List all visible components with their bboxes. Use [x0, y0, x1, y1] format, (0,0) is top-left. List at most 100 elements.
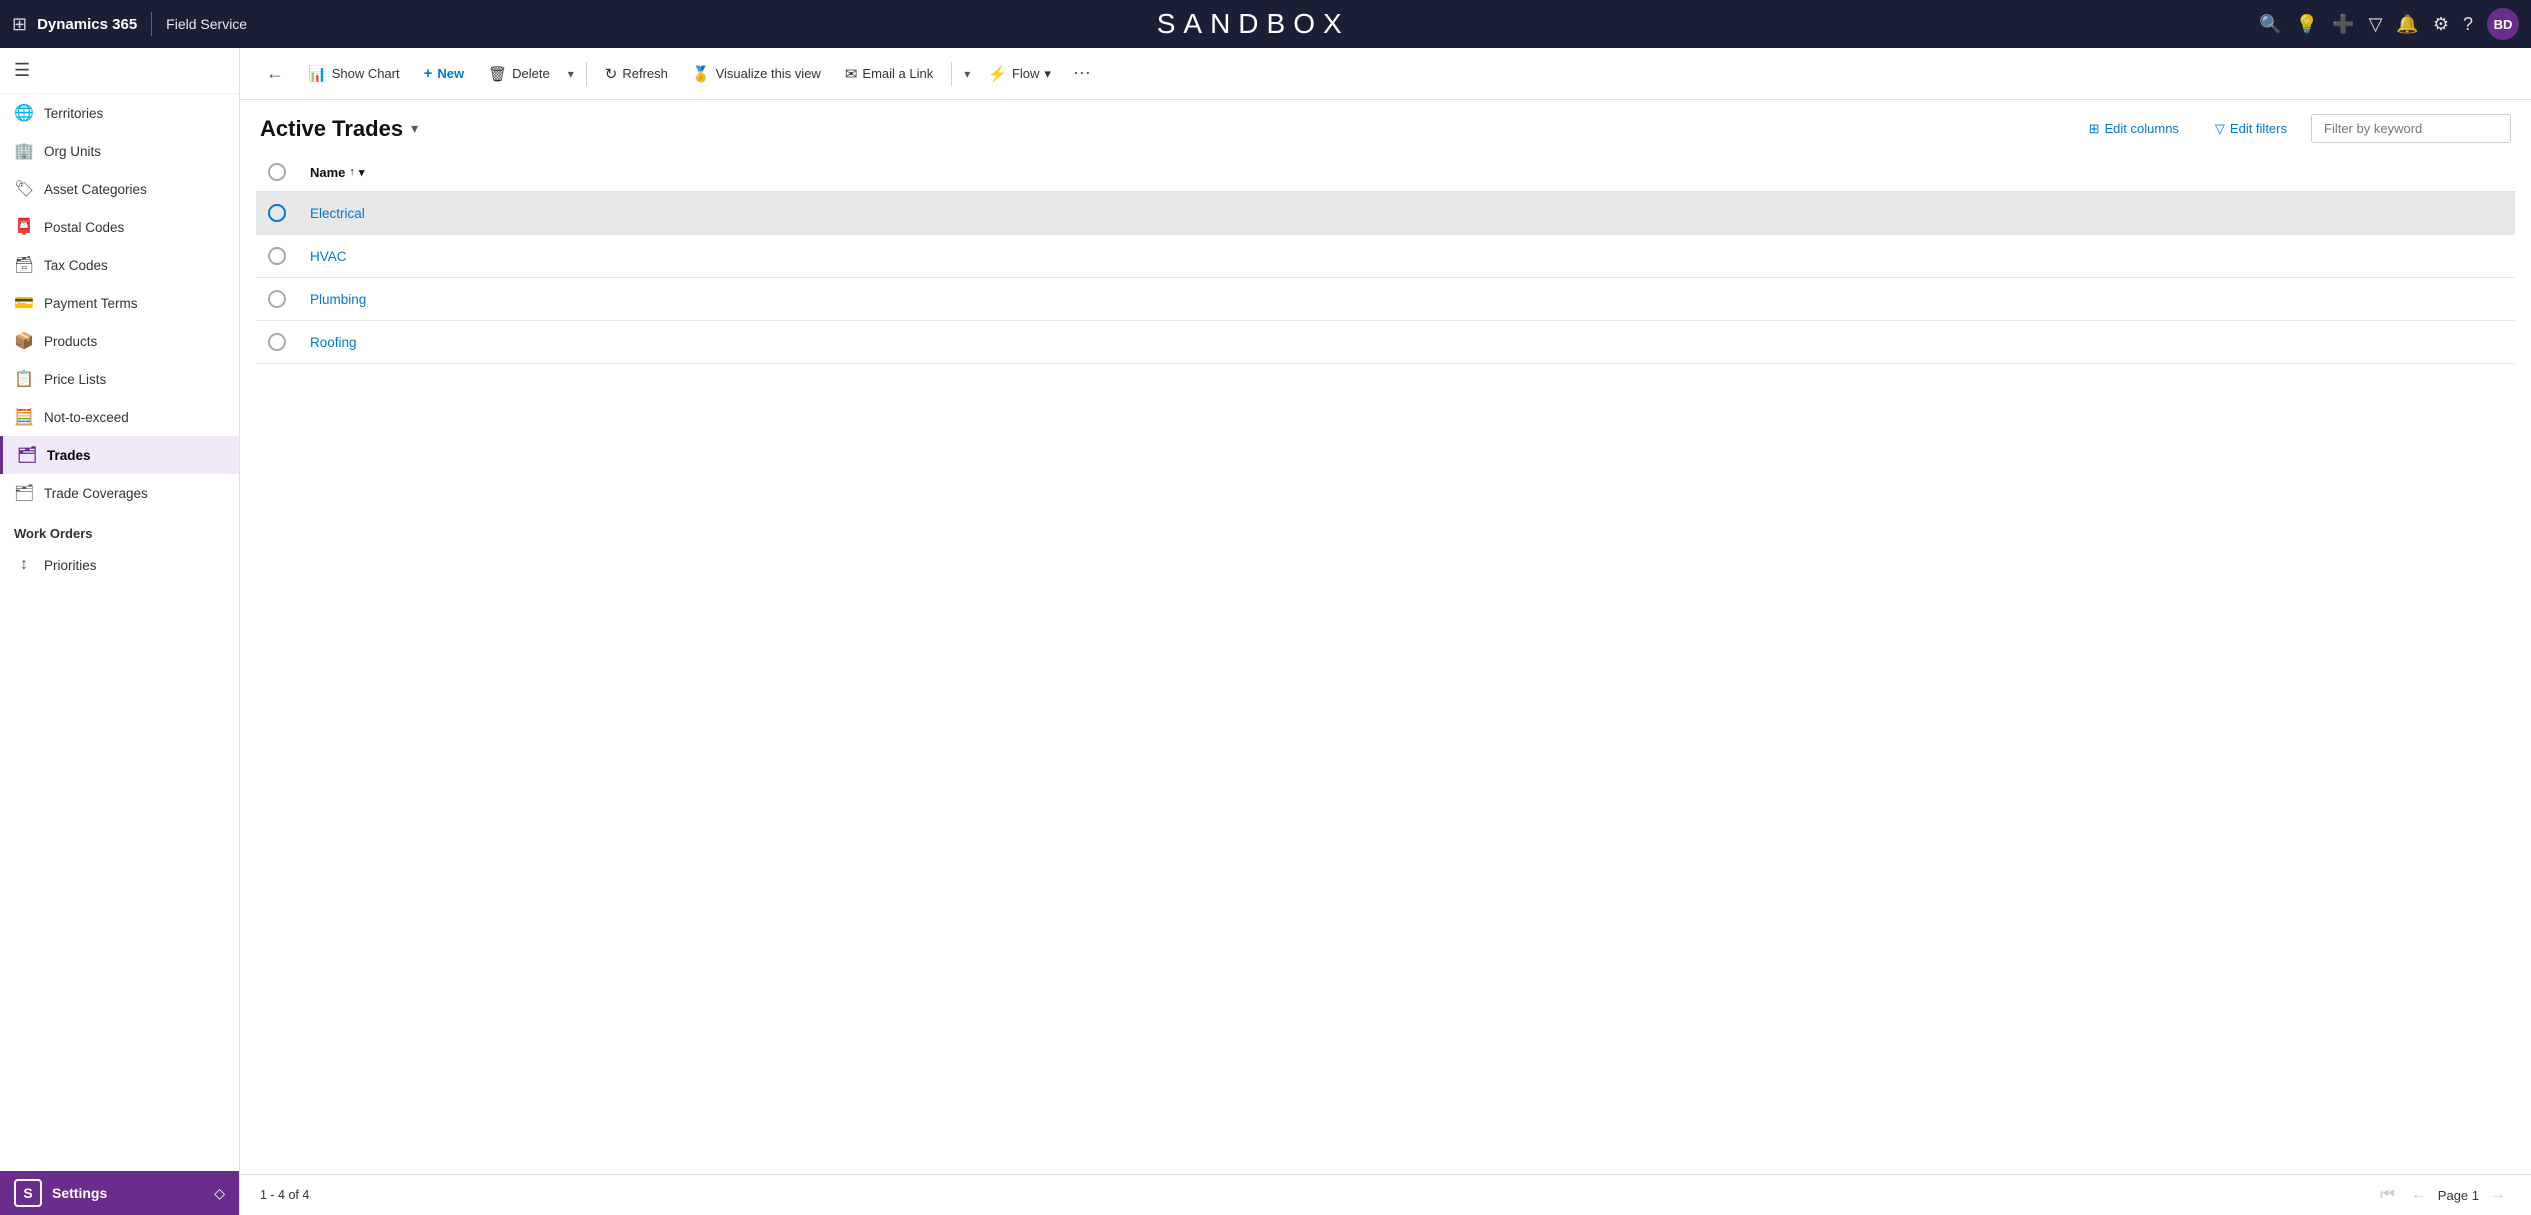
edit-filters-button[interactable]: ▽ Edit filters: [2203, 115, 2299, 143]
payment-terms-icon: 💳: [14, 293, 34, 313]
email-link-label: Email a Link: [862, 66, 933, 81]
row-radio[interactable]: [268, 247, 286, 265]
back-button[interactable]: ←: [256, 57, 294, 90]
edit-filters-label: Edit filters: [2230, 121, 2287, 136]
title-dropdown-icon[interactable]: ▾: [411, 120, 418, 137]
sidebar-item-products[interactable]: 📦Products: [0, 322, 239, 360]
priorities-icon: ↕: [14, 556, 34, 574]
trade-coverages-icon: 🗂: [14, 483, 34, 503]
chart-icon: 📊: [308, 65, 327, 83]
grid-icon[interactable]: ⊞: [12, 14, 27, 35]
hamburger-icon[interactable]: ☰: [14, 60, 30, 81]
edit-columns-label: Edit columns: [2105, 121, 2179, 136]
lightbulb-icon[interactable]: 💡: [2296, 14, 2318, 35]
flow-chevron-icon: ▾: [1044, 66, 1051, 82]
delete-label: Delete: [512, 66, 550, 81]
show-chart-button[interactable]: 📊 Show Chart: [298, 59, 410, 89]
user-avatar[interactable]: BD: [2487, 8, 2519, 40]
sidebar-item-trade-coverages[interactable]: 🗂Trade Coverages: [0, 474, 239, 512]
help-icon[interactable]: ?: [2463, 14, 2473, 35]
sidebar-item-not-to-exceed[interactable]: 🧮Not-to-exceed: [0, 398, 239, 436]
sidebar-items: 🌐Territories🏢Org Units🏷Asset Categories📮…: [0, 94, 239, 512]
view-title-container: Active Trades ▾: [260, 116, 418, 142]
filter-icon[interactable]: ▽: [2369, 14, 2383, 35]
settings-bottom-bar[interactable]: S Settings ◇: [0, 1171, 239, 1215]
sidebar-item-org-units[interactable]: 🏢Org Units: [0, 132, 239, 170]
page-label: Page 1: [2438, 1188, 2479, 1203]
row-radio[interactable]: [268, 333, 286, 351]
territories-icon: 🌐: [14, 103, 34, 123]
gear-icon[interactable]: ⚙: [2433, 14, 2449, 35]
sidebar-item-trades[interactable]: 🗂 Trades: [0, 436, 239, 474]
email-dropdown-button[interactable]: ▾: [960, 61, 974, 87]
edit-columns-button[interactable]: ⊞ Edit columns: [2077, 115, 2191, 143]
brand-label: Dynamics 365: [37, 16, 137, 33]
app-name-label: Field Service: [166, 16, 247, 32]
row-radio[interactable]: [268, 290, 286, 308]
sandbox-title: SANDBOX: [247, 8, 2259, 40]
visualize-button[interactable]: 🏅 Visualize this view: [682, 59, 831, 89]
work-orders-section-label: Work Orders: [0, 512, 239, 547]
row-name-link[interactable]: Plumbing: [310, 292, 366, 307]
table-row[interactable]: Plumbing: [256, 278, 2515, 321]
next-page-button[interactable]: →: [2485, 1183, 2511, 1207]
nav-action-buttons: 🔍 💡 ➕ ▽ 🔔 ⚙ ? BD: [2259, 8, 2519, 40]
settings-icon: S: [14, 1179, 42, 1207]
name-col-label: Name: [310, 165, 345, 180]
filter-keyword-input[interactable]: [2311, 114, 2511, 143]
postal-codes-icon: 📮: [14, 217, 34, 237]
table-row[interactable]: HVAC: [256, 235, 2515, 278]
sidebar-item-tax-codes[interactable]: 🗃Tax Codes: [0, 246, 239, 284]
table-footer: 1 - 4 of 4 ⏮ ← Page 1 →: [240, 1174, 2531, 1215]
table-container: Name ↑ ▾ Electrical: [240, 153, 2531, 1174]
filter-funnel-icon: ▽: [2215, 121, 2225, 137]
table-row[interactable]: Electrical: [256, 192, 2515, 235]
show-chart-label: Show Chart: [332, 66, 400, 81]
products-label: Products: [44, 334, 97, 349]
sidebar-item-priorities[interactable]: ↕Priorities: [0, 547, 239, 583]
sidebar-item-postal-codes[interactable]: 📮Postal Codes: [0, 208, 239, 246]
not-to-exceed-icon: 🧮: [14, 407, 34, 427]
prev-page-button[interactable]: ←: [2406, 1183, 2432, 1207]
flow-button[interactable]: ⚡ Flow ▾: [978, 59, 1061, 89]
sidebar-item-price-lists[interactable]: 📋Price Lists: [0, 360, 239, 398]
name-sort-controls: Name ↑ ▾: [310, 165, 364, 180]
row-checkbox-cell: [256, 192, 298, 235]
search-icon[interactable]: 🔍: [2259, 14, 2281, 35]
sort-up-icon[interactable]: ↑: [349, 166, 355, 178]
content-area: ← 📊 Show Chart + New 🗑 Delete ▾ ↻ Refres…: [240, 48, 2531, 1215]
row-name-link[interactable]: Roofing: [310, 335, 357, 350]
row-radio[interactable]: [268, 204, 286, 222]
bell-icon[interactable]: 🔔: [2396, 14, 2418, 35]
main-layout: ☰ 🌐Territories🏢Org Units🏷Asset Categorie…: [0, 48, 2531, 1215]
header-checkbox[interactable]: [268, 163, 286, 181]
sidebar-item-asset-categories[interactable]: 🏷Asset Categories: [0, 170, 239, 208]
view-header: Active Trades ▾ ⊞ Edit columns ▽ Edit fi…: [240, 100, 2531, 153]
toolbar: ← 📊 Show Chart + New 🗑 Delete ▾ ↻ Refres…: [240, 48, 2531, 100]
refresh-icon: ↻: [605, 65, 618, 83]
delete-dropdown-button[interactable]: ▾: [564, 61, 578, 87]
refresh-button[interactable]: ↻ Refresh: [595, 59, 678, 89]
trades-icon: 🗂: [17, 445, 37, 465]
header-name[interactable]: Name ↑ ▾: [298, 153, 2515, 192]
more-options-button[interactable]: ⋯: [1065, 57, 1099, 90]
view-title: Active Trades: [260, 116, 403, 142]
row-name-cell: Roofing: [298, 321, 2515, 364]
sidebar-item-payment-terms[interactable]: 💳Payment Terms: [0, 284, 239, 322]
sort-dropdown-icon[interactable]: ▾: [359, 166, 365, 179]
table-body: Electrical HVAC Plumbing Roofing: [256, 192, 2515, 364]
org-units-icon: 🏢: [14, 141, 34, 161]
header-checkbox-col: [256, 153, 298, 192]
row-name-link[interactable]: Electrical: [310, 206, 365, 221]
new-button[interactable]: + New: [414, 59, 475, 88]
first-page-button[interactable]: ⏮: [2375, 1183, 2399, 1207]
sidebar-item-territories[interactable]: 🌐Territories: [0, 94, 239, 132]
columns-icon: ⊞: [2089, 121, 2100, 137]
pagination-controls: ⏮ ← Page 1 →: [2375, 1183, 2511, 1207]
add-icon[interactable]: ➕: [2332, 14, 2354, 35]
row-name-link[interactable]: HVAC: [310, 249, 347, 264]
delete-button[interactable]: 🗑 Delete: [478, 59, 560, 89]
trades-label: Trades: [47, 448, 91, 463]
email-link-button[interactable]: ✉ Email a Link: [835, 59, 943, 89]
table-row[interactable]: Roofing: [256, 321, 2515, 364]
